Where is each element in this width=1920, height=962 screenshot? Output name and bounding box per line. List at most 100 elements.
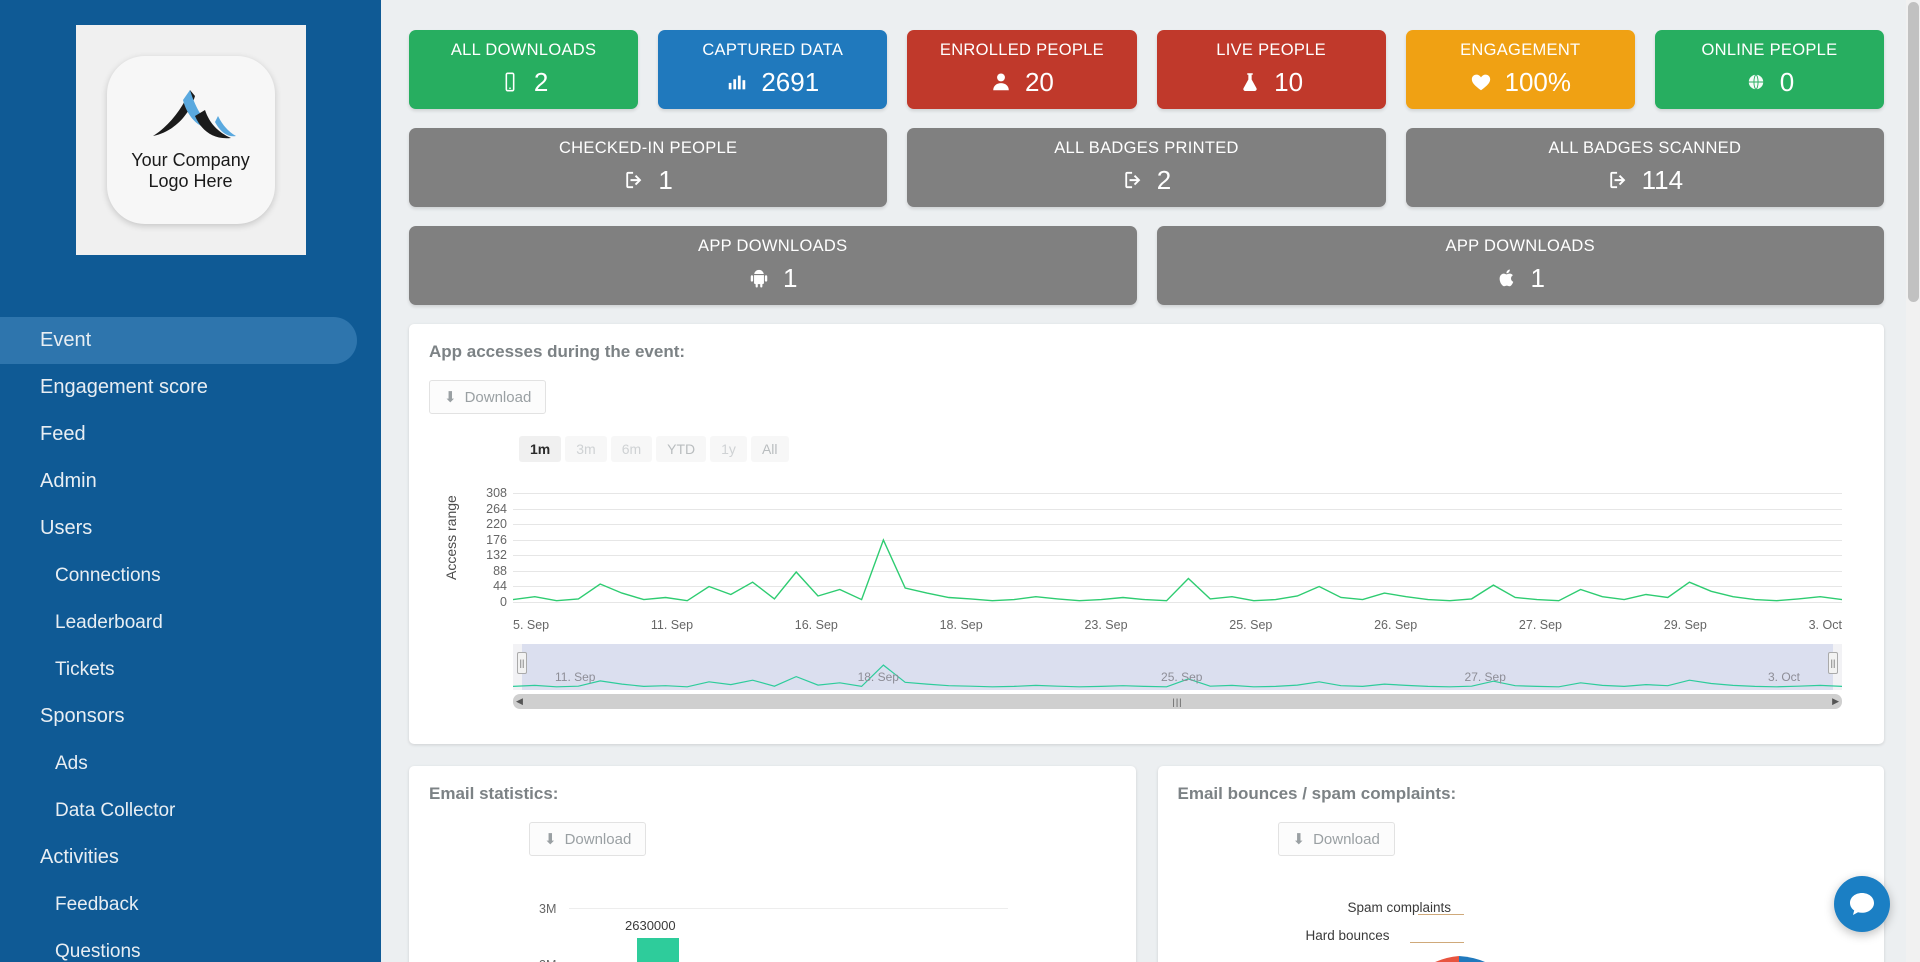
chat-icon [1850, 893, 1874, 915]
logo-line-1: Your Company [131, 150, 250, 170]
sidebar-item-users[interactable]: Users [0, 505, 381, 552]
pie-slices[interactable] [1384, 928, 1534, 962]
email-statistics-title: Email statistics: [429, 784, 559, 803]
y-tick: 0 [500, 594, 507, 609]
x-tick: 3. Oct [1808, 618, 1842, 632]
apple-icon [1499, 269, 1513, 287]
range-button-1y: 1y [710, 436, 747, 462]
kpi-label: APP DOWNLOADS [1445, 237, 1595, 255]
download-button-accesses[interactable]: ⬇ Download [429, 380, 547, 414]
sidebar-item-engagement-score[interactable]: Engagement score [0, 364, 381, 411]
download-arrow-icon: ⬇ [1292, 831, 1306, 848]
sidebar-item-label: Sponsors [40, 705, 125, 727]
sidebar-nav: Event Engagement score Feed Admin Users Conne… [0, 317, 381, 962]
sidebar-item-ads[interactable]: Ads [0, 740, 381, 787]
sidebar-item-label: Admin [40, 470, 97, 492]
sidebar-item-questions[interactable]: Questions [0, 928, 381, 962]
sidebar-item-label: Connections [55, 564, 161, 586]
email-bounces-title: Email bounces / spam complaints: [1177, 784, 1457, 803]
scroll-left-icon[interactable]: ◀ [516, 696, 523, 707]
sidebar-item-label: Users [40, 517, 93, 539]
kpi-label: ONLINE PEOPLE [1701, 41, 1838, 59]
range-button-all[interactable]: All [750, 436, 789, 462]
sidebar: Your Company Logo Here Event Engagement s… [0, 0, 381, 962]
logo-line-2: Logo Here [148, 171, 233, 191]
kpi-row-primary: ALL DOWNLOADS 2 CAPTURED DATA 2691 ENROLLED … [409, 30, 1885, 109]
kpi-value: 2 [1156, 165, 1172, 195]
x-tick: 26. Sep [1374, 618, 1418, 632]
sidebar-item-connections[interactable]: Connections [0, 552, 381, 599]
kpi-label: ALL BADGES PRINTED [1054, 139, 1239, 157]
kpi-card-all-badges-printed[interactable]: ALL BADGES PRINTED 2 [907, 128, 1386, 207]
navigator-x-tick: 27. Sep [1464, 670, 1506, 684]
chart-navigator[interactable]: 11. Sep 18. Sep 25. Sep 27. Sep 3. Oct || || [513, 644, 1842, 690]
navigator-handle-right[interactable]: || [1828, 652, 1838, 674]
android-icon [750, 269, 768, 288]
kpi-card-online-people[interactable]: ONLINE PEOPLE 0 [1654, 30, 1885, 109]
download-label: Download [564, 830, 632, 848]
sign-in-icon [1607, 168, 1629, 192]
bar-value-label: 2630000 [625, 918, 676, 933]
sign-in-icon [1122, 168, 1144, 192]
kpi-value: 100% [1504, 67, 1572, 97]
sidebar-item-tickets[interactable]: Tickets [0, 646, 381, 693]
kpi-card-all-badges-scanned[interactable]: ALL BADGES SCANNED 114 [1405, 128, 1884, 207]
bar-rect[interactable] [637, 938, 679, 962]
sidebar-item-activities[interactable]: Activities [0, 834, 381, 881]
sidebar-item-label: Data Collector [55, 799, 176, 821]
download-arrow-icon: ⬇ [444, 389, 457, 406]
download-button-email-bounces[interactable]: ⬇ Download [1277, 822, 1395, 856]
bar-y-tick-3m: 3M [539, 902, 557, 916]
page-scrollbar-track[interactable] [1906, 0, 1920, 962]
sidebar-item-feedback[interactable]: Feedback [0, 881, 381, 928]
range-button-1m[interactable]: 1m [519, 436, 562, 462]
x-tick: 27. Sep [1518, 618, 1563, 632]
sign-in-icon [1125, 171, 1141, 189]
y-tick: 176 [486, 532, 507, 547]
y-tick: 132 [486, 548, 507, 562]
sidebar-item-admin[interactable]: Admin [0, 458, 381, 505]
sidebar-item-event[interactable]: Event [0, 317, 357, 364]
chart-horizontal-scrollbar[interactable]: ◀ ||| ▶ [513, 694, 1842, 709]
kpi-card-all-downloads[interactable]: ALL DOWNLOADS 2 [409, 30, 639, 109]
apple-icon [1496, 266, 1518, 290]
kpi-value: 10 [1274, 67, 1304, 97]
sidebar-item-leaderboard[interactable]: Leaderboard [0, 599, 381, 646]
kpi-label: ALL BADGES SCANNED [1548, 139, 1742, 157]
kpi-card-checked-in-people[interactable]: CHECKED-IN PEOPLE 1 [409, 128, 888, 207]
scroll-right-icon[interactable]: ▶ [1832, 696, 1839, 707]
sidebar-item-label: Questions [55, 940, 141, 962]
kpi-card-engagement[interactable]: ENGAGEMENT 100% [1405, 30, 1635, 109]
logo-mark-icon [153, 90, 236, 139]
kpi-value: 1 [1530, 263, 1545, 293]
sidebar-item-feed[interactable]: Feed [0, 411, 381, 458]
sidebar-item-label: Leaderboard [55, 611, 163, 633]
page-scrollbar-thumb[interactable] [1908, 2, 1919, 302]
email-bar-chart: 3M 2M 2630000 [429, 886, 1116, 962]
y-tick: 264 [486, 501, 507, 516]
email-bounces-pie-chart: Spam complaints Hard bounces [1178, 880, 1865, 962]
kpi-value: 2 [533, 67, 549, 97]
kpi-label: ENROLLED PEOPLE [939, 41, 1104, 59]
kpi-card-captured-data[interactable]: CAPTURED DATA 2691 [658, 30, 888, 109]
kpi-card-live-people[interactable]: LIVE PEOPLE 10 [1156, 30, 1386, 109]
sidebar-item-label: Feed [40, 423, 86, 445]
sidebar-item-data-collector[interactable]: Data Collector [0, 787, 381, 834]
x-tick: 18. Sep [939, 618, 983, 632]
navigator-handle-left[interactable]: || [517, 652, 527, 674]
scroll-grip-icon[interactable]: ||| [1172, 697, 1182, 707]
kpi-card-app-downloads[interactable]: APP DOWNLOADS 1 [409, 226, 1137, 305]
sidebar-item-sponsors[interactable]: Sponsors [0, 693, 381, 740]
kpi-value: 1 [783, 263, 798, 293]
heart-icon [1470, 70, 1492, 94]
y-axis-ticks: 308 264 220 176 132 88 44 0 [465, 486, 507, 610]
range-button-ytd[interactable]: YTD [656, 436, 707, 462]
kpi-card-enrolled-people[interactable]: ENROLLED PEOPLE 20 [907, 30, 1137, 109]
chat-launcher-button[interactable] [1834, 876, 1890, 932]
download-button-email-stats[interactable]: ⬇ Download [529, 822, 647, 856]
chart-plot-area [513, 492, 1842, 610]
navigator-x-ticks: 11. Sep 18. Sep 25. Sep 27. Sep 3. Oct [513, 670, 1842, 684]
kpi-card-app-downloads[interactable]: APP DOWNLOADS 1 [1156, 226, 1884, 305]
kpi-value: 1 [658, 165, 673, 195]
app-accesses-panel: App accesses during the event: ⬇ Downloa… [409, 324, 1884, 744]
